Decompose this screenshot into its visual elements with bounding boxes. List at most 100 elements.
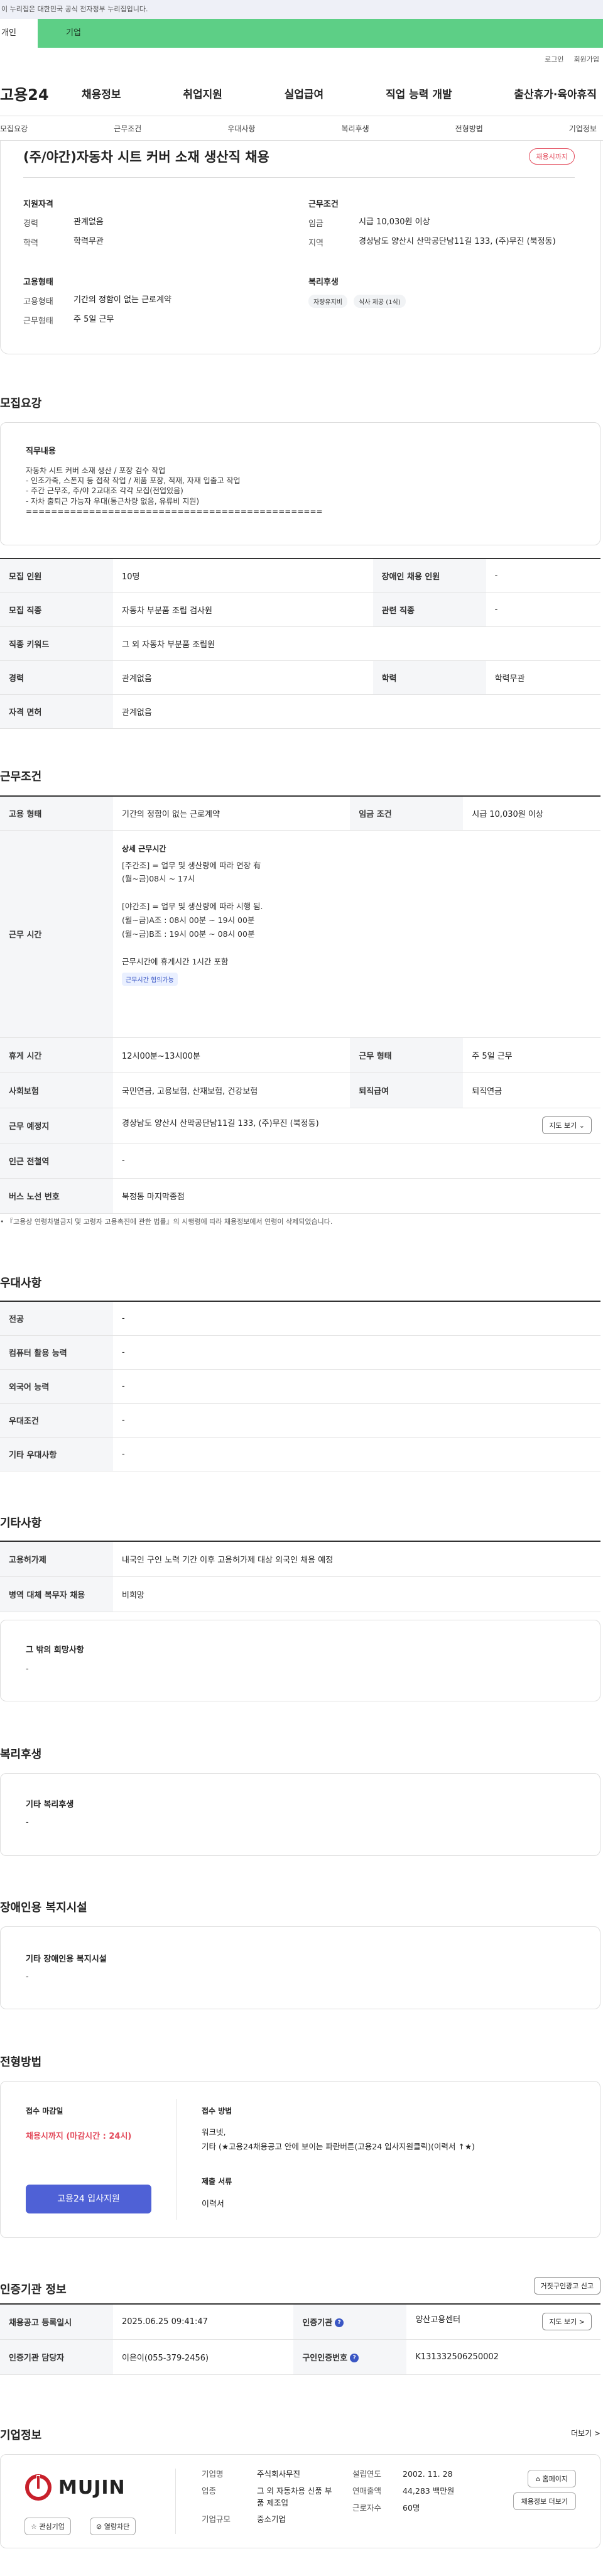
disab-box-value: -	[26, 1972, 29, 1982]
login-link[interactable]: 로그인	[545, 54, 563, 64]
deadline-value: 채용시까지 (마감시간 : 24시)	[26, 2132, 132, 2141]
label: 연매출액	[352, 2486, 382, 2496]
docs-title: 제출 서류	[202, 2177, 232, 2186]
disab-box-title: 기타 장애인용 복지시설	[26, 1955, 107, 1964]
cell-header: 병역 대체 복무자 채용	[0, 1576, 113, 1612]
location-value: 경상남도 양산시 산막공단남11길 133, (주)무진 (북정동)	[359, 237, 556, 246]
emptype-label: 고용형태	[23, 297, 53, 307]
welfare-box-title: 기타 복리후생	[26, 1800, 74, 1809]
block-button[interactable]: ⊘ 열람차단	[90, 2518, 136, 2535]
cell-value: 자동차 부분품 조립 검사원	[113, 592, 373, 627]
tab-personal[interactable]: 개인	[0, 19, 38, 48]
gnb-employment-support[interactable]: 취업지원	[183, 85, 222, 101]
cell-value: -	[486, 592, 600, 627]
user-type-tabs: 개인 기업	[0, 19, 603, 48]
company-col2: 설립연도 2002. 11. 28 연매출액 44,283 백만원 근로자수 60명	[352, 2469, 454, 2514]
emptype-value: 기간의 정함이 없는 근로계약	[73, 295, 171, 305]
help-icon[interactable]: ?	[335, 2318, 344, 2328]
cell-header: 우대조건	[0, 1403, 113, 1438]
cell-value: 주 5일 근무	[463, 1037, 600, 1073]
cell-header: 채용공고 등록일시	[0, 2304, 113, 2340]
wage-label: 임금	[308, 219, 323, 229]
company-employees: 60명	[403, 2502, 420, 2513]
apply-button[interactable]: 고용24 입사지원	[26, 2185, 151, 2213]
gnb-unemployment-benefit[interactable]: 실업급여	[285, 85, 324, 101]
location-label: 지역	[308, 239, 323, 248]
subnav-recruit[interactable]: 모집요강	[0, 123, 28, 134]
hours-negotiable-tag: 근무시간 협의가능	[122, 972, 178, 986]
education-label: 학력	[23, 239, 38, 248]
company-heading: 기업정보	[0, 2429, 42, 2442]
cert-number-label: 구인인증번호	[302, 2353, 348, 2363]
cell-header: 학력	[372, 660, 486, 695]
cell-header: 모집 인원	[0, 559, 113, 593]
cell-header: 경력	[0, 660, 113, 695]
gnb-parental-leave[interactable]: 출산휴가·육아휴직	[514, 85, 597, 101]
cell-header: 근무 시간	[0, 830, 113, 1038]
pref-table: 전공 - 컴퓨터 활용 능력 - 외국어 능력 - 우대조건 - 기타 우대사항 -	[0, 1301, 600, 1471]
company-box: MUJIN ☆ 관심기업 ⊘ 열람차단 기업명 주식회사무진 업종 그 외 자동차용…	[0, 2454, 600, 2548]
cell-value: 2025.06.25 09:41:47	[113, 2304, 294, 2340]
work-table: 고용 형태 기간의 정함이 없는 근로계약 임금 조건 시급 10,030원 이…	[0, 795, 600, 1214]
favorite-button[interactable]: ☆ 관심기업	[24, 2518, 71, 2535]
company-more-link[interactable]: 더보기 >	[571, 2428, 600, 2438]
cell-value: -	[113, 1369, 600, 1404]
subnav-work[interactable]: 근무조건	[114, 123, 141, 134]
label: 업종	[202, 2486, 217, 2496]
cell-header: 장애인 채용 인원	[372, 559, 486, 593]
etc-wish-box: 그 밖의 희망사항 -	[0, 1620, 600, 1701]
signup-link[interactable]: 회원가입	[574, 54, 599, 64]
workform-value: 주 5일 근무	[73, 315, 114, 324]
apply-box: 접수 마감일 채용시까지 (마감시간 : 24시) 고용24 입사지원 접수 방…	[0, 2081, 600, 2238]
cell-header: 모집 직종	[0, 592, 113, 627]
cell-value: 관계없음	[113, 660, 373, 695]
cell-header: 인근 전철역	[0, 1143, 113, 1179]
cert-heading: 인증기관 정보	[0, 2283, 67, 2296]
hours-text: [주간조] = 업무 및 생산량에 따라 연장 有 (월~금)08시 ~ 17시…	[122, 860, 263, 966]
career-value: 관계없음	[73, 217, 104, 227]
cell-header: 자격 면허	[0, 694, 113, 729]
map-button[interactable]: 지도 보기 ⌄	[542, 1116, 592, 1134]
subnav-company[interactable]: 기업정보	[569, 123, 597, 134]
cell-header: 직종 키워드	[0, 626, 113, 661]
util-links: 로그인 회원가입	[0, 48, 603, 70]
gnb-jobs[interactable]: 채용정보	[82, 85, 121, 101]
welfare-chip: 식사 제공 (1식)	[354, 295, 406, 308]
subnav-pref[interactable]: 우대사항	[227, 123, 255, 134]
cell-header: 전공	[0, 1301, 113, 1336]
subnav-welfare[interactable]: 복리후생	[341, 123, 369, 134]
report-button[interactable]: 거짓구인광고 신고	[533, 2277, 600, 2295]
subnav-apply[interactable]: 전형방법	[455, 123, 483, 134]
cell-header: 근무 예정지	[0, 1108, 113, 1143]
etc-wish-title: 그 밖의 희망사항	[26, 1645, 84, 1655]
company-industry: 그 외 자동차용 신품 부품 제조업	[257, 2486, 332, 2508]
cert-org-cell: 양산고용센터 지도 보기 >	[406, 2304, 600, 2340]
cell-value: -	[113, 1143, 600, 1179]
company-jobs-button[interactable]: 채용정보 더보기	[513, 2492, 576, 2510]
status-badge: 채용시까지	[529, 148, 575, 165]
cell-value: 이은이(055-379-2456)	[113, 2339, 294, 2375]
duty-text: 자동차 시트 커버 소재 생산 / 포장 검수 작업 - 인조가죽, 스폰지 등…	[26, 466, 323, 516]
etc-heading: 기타사항	[0, 1517, 42, 1530]
company-logo: MUJIN	[24, 2474, 126, 2501]
condition-block: 근무조건 임금 시급 10,030원 이상 지역 경상남도 양산시 산막공단남11길…	[308, 197, 579, 256]
cert-org-value: 양산고용센터	[415, 2315, 461, 2325]
cert-map-button[interactable]: 지도 보기 >	[542, 2313, 592, 2331]
age-notice: • 『고용상 연령차별금지 및 고령자 고용촉진에 관한 법률』의 시행령에 따…	[0, 1218, 333, 1226]
cell-value: 시급 10,030원 이상	[463, 796, 600, 831]
cell-header: 사회보험	[0, 1072, 113, 1108]
gnb-vocational-training[interactable]: 직업 능력 개발	[386, 85, 452, 101]
career-label: 경력	[23, 219, 38, 229]
homepage-button[interactable]: ⌂ 홈페이지	[528, 2470, 576, 2487]
tab-company[interactable]: 기업	[38, 19, 603, 48]
cell-value: 12시00분~13시00분	[113, 1037, 350, 1073]
site-logo[interactable]: 고용24	[0, 82, 63, 104]
company-divider	[175, 2469, 176, 2534]
disab-heading: 장애인용 복지시설	[0, 1901, 87, 1914]
deadline-title: 접수 마감일	[26, 2107, 63, 2115]
cell-value: 내국인 구인 노력 기간 이후 고용허가제 대상 외국인 채용 예정	[113, 1541, 600, 1577]
docs-value: 이력서	[202, 2200, 224, 2209]
cert-org-label: 인증기관	[302, 2318, 333, 2328]
work-heading: 근무조건	[0, 770, 42, 783]
help-icon[interactable]: ?	[350, 2354, 359, 2362]
